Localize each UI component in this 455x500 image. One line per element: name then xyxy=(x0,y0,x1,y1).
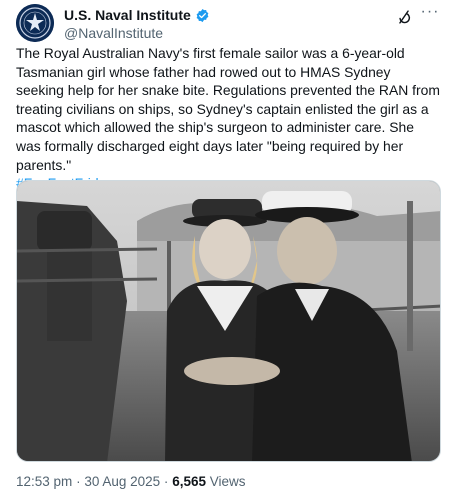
naval-institute-seal-icon xyxy=(16,4,54,42)
display-name[interactable]: U.S. Naval Institute xyxy=(64,7,191,23)
tweet-card: U.S. Naval Institute @NavalInstitute ···… xyxy=(0,0,455,500)
photo-icon xyxy=(17,181,440,461)
meta-separator: · xyxy=(163,474,169,489)
tweet-date[interactable]: 30 Aug 2025 xyxy=(84,474,160,489)
avatar[interactable] xyxy=(16,4,54,42)
tweet-text: The Royal Australian Navy's first female… xyxy=(16,44,442,193)
more-options-icon[interactable]: ··· xyxy=(419,4,441,25)
tweet-time[interactable]: 12:53 pm xyxy=(16,474,72,489)
grok-icon[interactable] xyxy=(395,8,413,26)
tweet-photo[interactable] xyxy=(16,180,441,462)
tweet-body: The Royal Australian Navy's first female… xyxy=(16,45,440,173)
account-handle[interactable]: @NavalInstitute xyxy=(64,25,210,41)
views-count: 6,565 xyxy=(172,474,206,489)
views-label: Views xyxy=(209,474,246,489)
verified-badge-icon xyxy=(195,8,210,23)
tweet-header: U.S. Naval Institute @NavalInstitute ··· xyxy=(12,4,443,44)
meta-separator: · xyxy=(76,474,81,489)
account-names: U.S. Naval Institute @NavalInstitute xyxy=(64,6,210,41)
tweet-meta: 12:53 pm · 30 Aug 2025 · 6,565 Views xyxy=(16,474,246,489)
